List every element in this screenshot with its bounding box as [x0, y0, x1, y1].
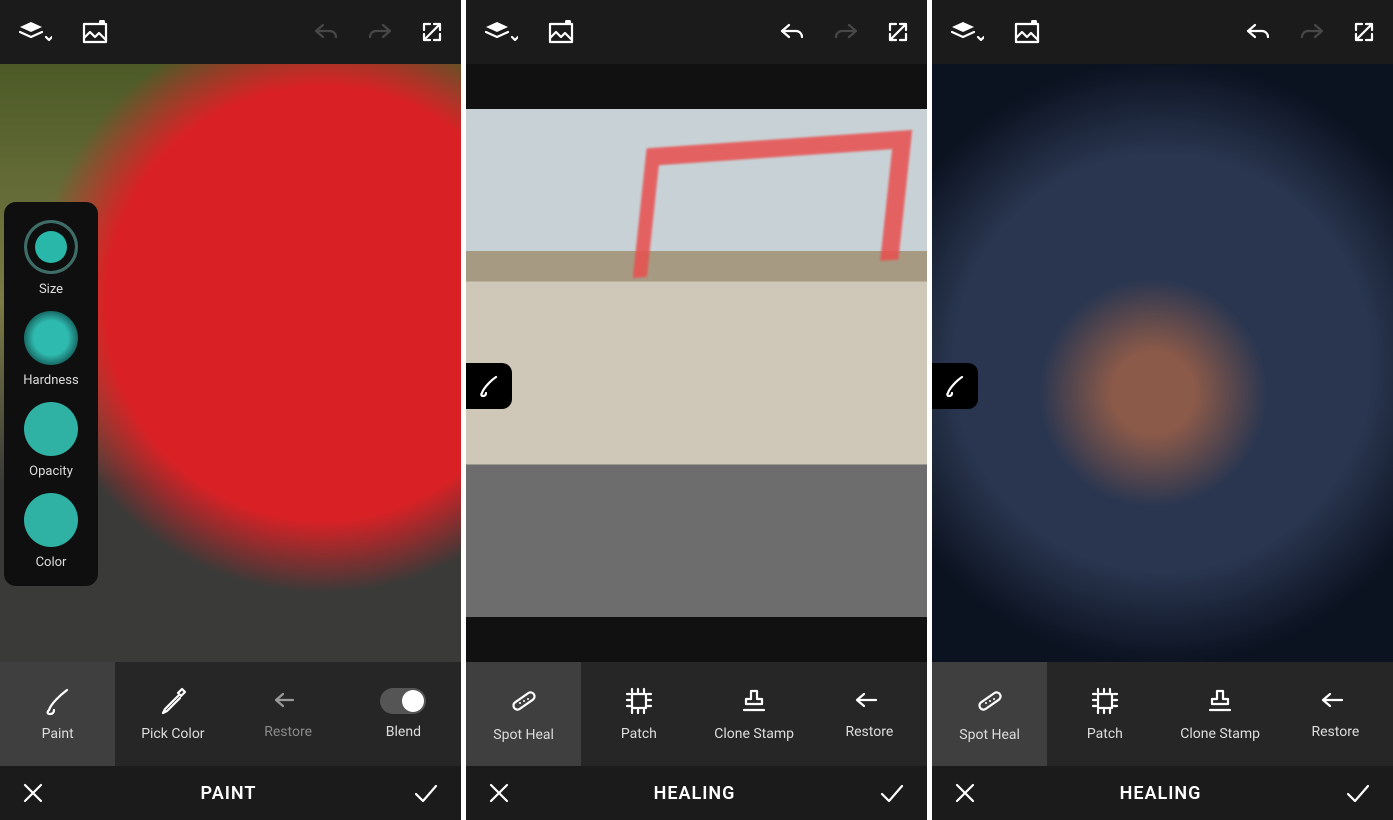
- canvas[interactable]: [932, 64, 1393, 662]
- layers-icon[interactable]: [484, 19, 518, 45]
- brush-opacity-swatch-icon: [24, 402, 78, 456]
- pick-color-tool[interactable]: Pick Color: [115, 662, 230, 766]
- brush-size-option[interactable]: Size: [24, 220, 78, 297]
- bottom-tool-row: Spot Heal Patch Clone Stamp Restore: [466, 662, 927, 766]
- editor-panel-paint: Size Hardness Opacity Color Paint: [0, 0, 461, 820]
- top-toolbar: [0, 0, 461, 64]
- blend-toggle-icon: [380, 688, 426, 714]
- spot-heal-tool-label: Spot Heal: [959, 727, 1020, 743]
- paint-tool[interactable]: Paint: [0, 662, 115, 766]
- blend-tool-label: Blend: [386, 724, 421, 740]
- mode-footer: HEALING: [932, 766, 1393, 820]
- bandage-icon: [974, 685, 1006, 717]
- redo-icon[interactable]: [367, 21, 393, 43]
- brush-hardness-option[interactable]: Hardness: [23, 311, 78, 388]
- eyedropper-icon: [158, 686, 188, 716]
- restore-tool[interactable]: Restore: [1278, 662, 1393, 766]
- undo-icon[interactable]: [313, 21, 339, 43]
- brush-size-label: Size: [39, 282, 63, 297]
- bottom-tool-row: Paint Pick Color Restore Blend: [0, 662, 461, 766]
- clone-stamp-tool-label: Clone Stamp: [1180, 726, 1260, 742]
- confirm-button[interactable]: [1345, 783, 1371, 803]
- brush-size-swatch-icon: [24, 220, 78, 274]
- undo-icon[interactable]: [779, 21, 805, 43]
- patch-tool-label: Patch: [621, 726, 657, 742]
- patch-icon: [1090, 686, 1120, 716]
- restore-tool[interactable]: Restore: [231, 662, 346, 766]
- brush-color-label: Color: [36, 555, 67, 570]
- brush-options-panel: Size Hardness Opacity Color: [4, 202, 98, 586]
- brush-badge[interactable]: [932, 363, 978, 409]
- brush-opacity-label: Opacity: [29, 464, 73, 479]
- layers-icon[interactable]: [950, 19, 984, 45]
- spot-heal-tool-label: Spot Heal: [493, 727, 554, 743]
- spot-heal-tool[interactable]: Spot Heal: [932, 662, 1047, 766]
- spot-heal-tool[interactable]: Spot Heal: [466, 662, 581, 766]
- photo-placeholder: [932, 64, 1393, 662]
- clone-stamp-tool-label: Clone Stamp: [714, 726, 794, 742]
- clone-stamp-tool[interactable]: Clone Stamp: [697, 662, 812, 766]
- brush-icon: [43, 686, 73, 716]
- stamp-icon: [739, 686, 769, 716]
- restore-icon: [854, 688, 884, 714]
- fullscreen-icon[interactable]: [887, 21, 909, 43]
- patch-tool[interactable]: Patch: [1047, 662, 1162, 766]
- editor-panel-healing-2: Spot Heal Patch Clone Stamp Restore HEAL…: [932, 0, 1393, 820]
- confirm-button[interactable]: [879, 783, 905, 803]
- stamp-icon: [1205, 686, 1235, 716]
- layers-icon[interactable]: [18, 19, 52, 45]
- redo-icon[interactable]: [833, 21, 859, 43]
- photo-placeholder: [466, 109, 927, 617]
- mode-footer: HEALING: [466, 766, 927, 820]
- mode-title: HEALING: [654, 783, 736, 804]
- paint-tool-label: Paint: [42, 726, 74, 742]
- clone-stamp-tool[interactable]: Clone Stamp: [1163, 662, 1278, 766]
- restore-tool-label: Restore: [846, 724, 894, 740]
- top-toolbar: [932, 0, 1393, 64]
- restore-tool-label: Restore: [1312, 724, 1360, 740]
- redo-icon[interactable]: [1299, 21, 1325, 43]
- brush-color-option[interactable]: Color: [24, 493, 78, 570]
- brush-hardness-swatch-icon: [24, 311, 78, 365]
- canvas[interactable]: Size Hardness Opacity Color: [0, 64, 461, 662]
- restore-tool-label: Restore: [264, 724, 312, 740]
- patch-tool-label: Patch: [1087, 726, 1123, 742]
- mode-footer: PAINT: [0, 766, 461, 820]
- restore-icon: [273, 688, 303, 714]
- top-toolbar: [466, 0, 927, 64]
- canvas[interactable]: [466, 64, 927, 662]
- brush-badge[interactable]: [466, 363, 512, 409]
- mode-title: HEALING: [1120, 783, 1202, 804]
- brush-color-swatch-icon: [24, 493, 78, 547]
- brush-opacity-option[interactable]: Opacity: [24, 402, 78, 479]
- patch-icon: [624, 686, 654, 716]
- brush-hardness-label: Hardness: [23, 373, 78, 388]
- confirm-button[interactable]: [413, 783, 439, 803]
- fullscreen-icon[interactable]: [1353, 21, 1375, 43]
- image-icon[interactable]: [548, 20, 578, 44]
- bandage-icon: [508, 685, 540, 717]
- restore-icon: [1320, 688, 1350, 714]
- cancel-button[interactable]: [954, 782, 976, 804]
- image-icon[interactable]: [1014, 20, 1044, 44]
- patch-tool[interactable]: Patch: [581, 662, 696, 766]
- pick-color-tool-label: Pick Color: [141, 726, 204, 742]
- cancel-button[interactable]: [22, 782, 44, 804]
- restore-tool[interactable]: Restore: [812, 662, 927, 766]
- editor-panel-healing-1: Spot Heal Patch Clone Stamp Restore HEAL…: [466, 0, 927, 820]
- blend-tool[interactable]: Blend: [346, 662, 461, 766]
- mode-title: PAINT: [201, 783, 257, 804]
- fullscreen-icon[interactable]: [421, 21, 443, 43]
- undo-icon[interactable]: [1245, 21, 1271, 43]
- cancel-button[interactable]: [488, 782, 510, 804]
- image-icon[interactable]: [82, 20, 112, 44]
- bottom-tool-row: Spot Heal Patch Clone Stamp Restore: [932, 662, 1393, 766]
